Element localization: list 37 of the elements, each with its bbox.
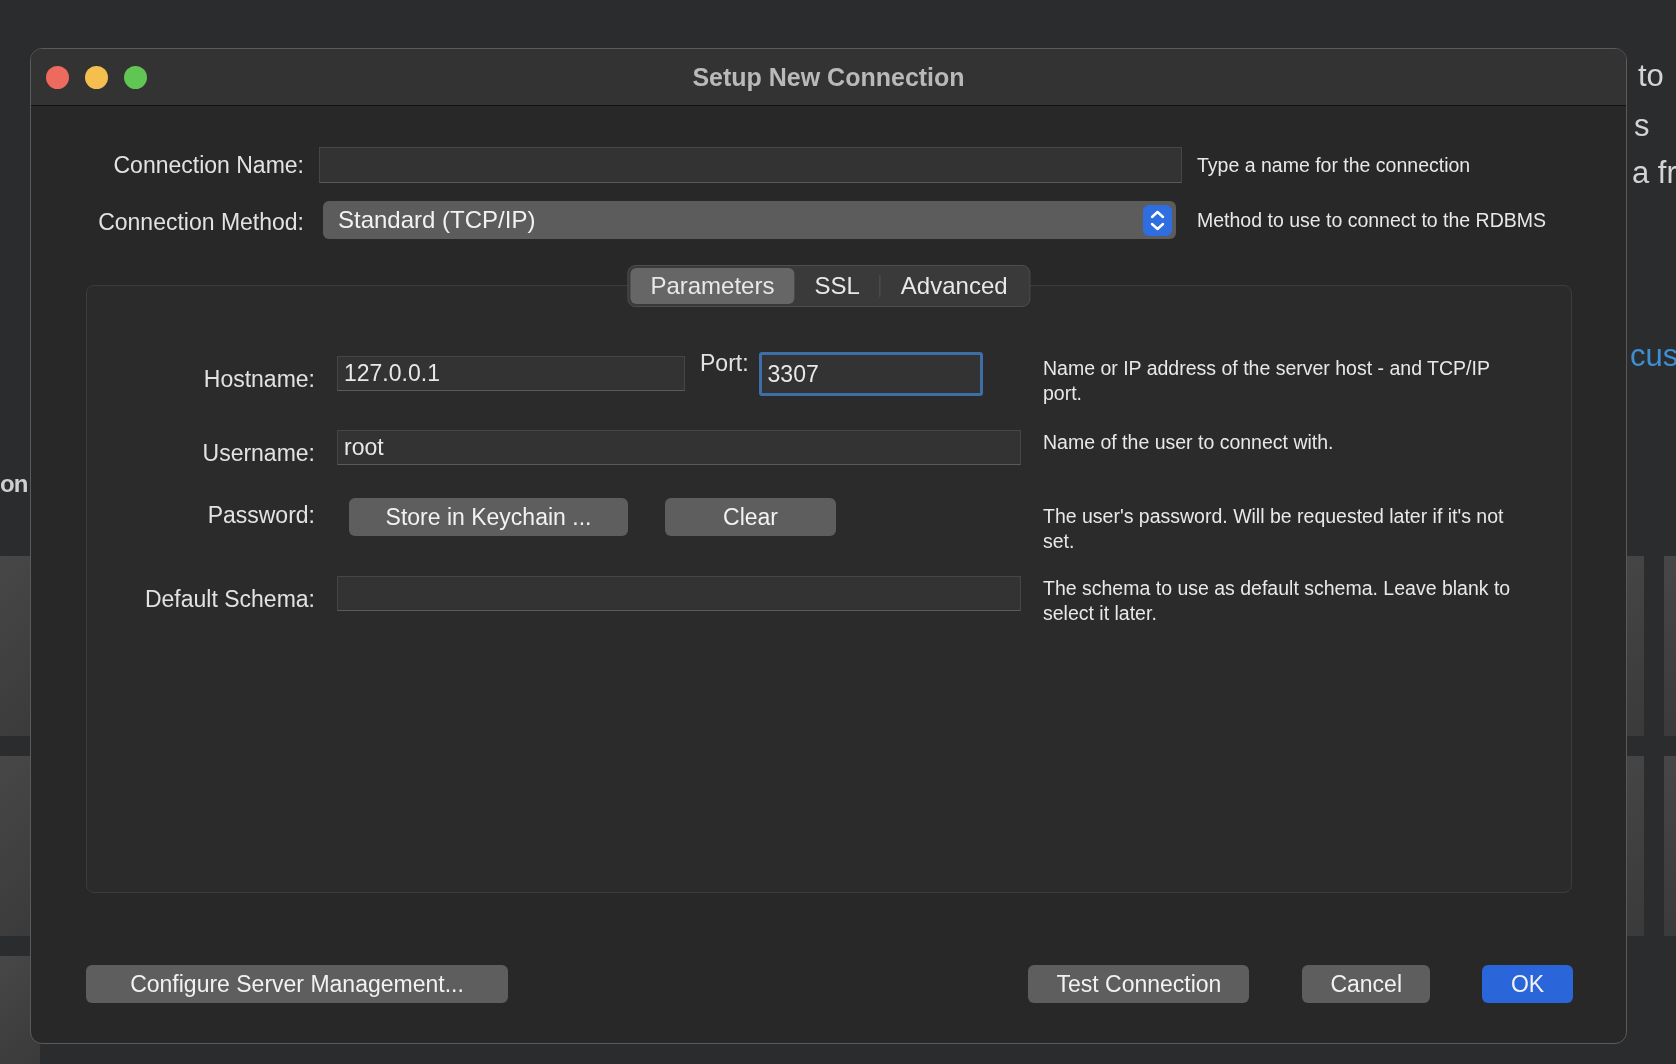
dialog-button[interactable]: Configure Server Management...	[86, 965, 508, 1003]
dialog-button[interactable]: Test Connection	[1028, 965, 1250, 1003]
hostname-field[interactable]: 127.0.0.1	[337, 356, 685, 391]
background-text: s	[1634, 108, 1650, 144]
window-title: Setup New Connection	[692, 62, 965, 92]
field-label: Port:	[700, 350, 749, 377]
hint-text: The user's password. Will be requested later if it's not set.	[1043, 504, 1505, 554]
field-label: Username:	[201, 439, 315, 468]
close-button[interactable]	[46, 65, 69, 89]
ok-button[interactable]: OK	[1482, 965, 1573, 1003]
tab[interactable]: SSL	[794, 268, 880, 304]
field-label: Connection Method:	[97, 207, 304, 236]
background-text: a fr	[1632, 155, 1676, 191]
hint-text: The schema to use as default schema. Leave blank to select it later.	[1043, 576, 1512, 626]
field-label: Password:	[206, 501, 315, 530]
connection-name-field[interactable]	[319, 147, 1182, 183]
dialog-button[interactable]: Cancel	[1302, 965, 1430, 1003]
zoom-button[interactable]	[124, 65, 147, 89]
tab[interactable]: Advanced	[880, 268, 1028, 304]
hint-text: Name of the user to connect with.	[1043, 430, 1335, 455]
background-text: to	[1638, 58, 1664, 94]
field-label: Hostname:	[202, 365, 315, 394]
password-button[interactable]: Store in Keychain ...	[349, 498, 628, 536]
stepper-icon	[1143, 204, 1172, 236]
field-label: Connection Name:	[112, 151, 304, 179]
username-field[interactable]: root	[337, 430, 1021, 465]
hint-text: Name or IP address of the server host - and TCP/IP port.	[1043, 356, 1491, 406]
port-field[interactable]: 3307	[758, 352, 983, 396]
minimize-button[interactable]	[85, 65, 108, 89]
hint-text: Method to use to connect to the RDBMS	[1197, 208, 1547, 233]
field-label: Default Schema:	[143, 585, 315, 614]
connection-method-dropdown[interactable]: Standard (TCP/IP)	[323, 201, 1176, 239]
default-schema-field[interactable]	[337, 576, 1021, 611]
hint-text: Type a name for the connection	[1197, 153, 1471, 178]
password-button[interactable]: Clear	[665, 498, 836, 536]
tab[interactable]: Parameters	[630, 268, 795, 304]
background-heading: on	[0, 470, 28, 498]
